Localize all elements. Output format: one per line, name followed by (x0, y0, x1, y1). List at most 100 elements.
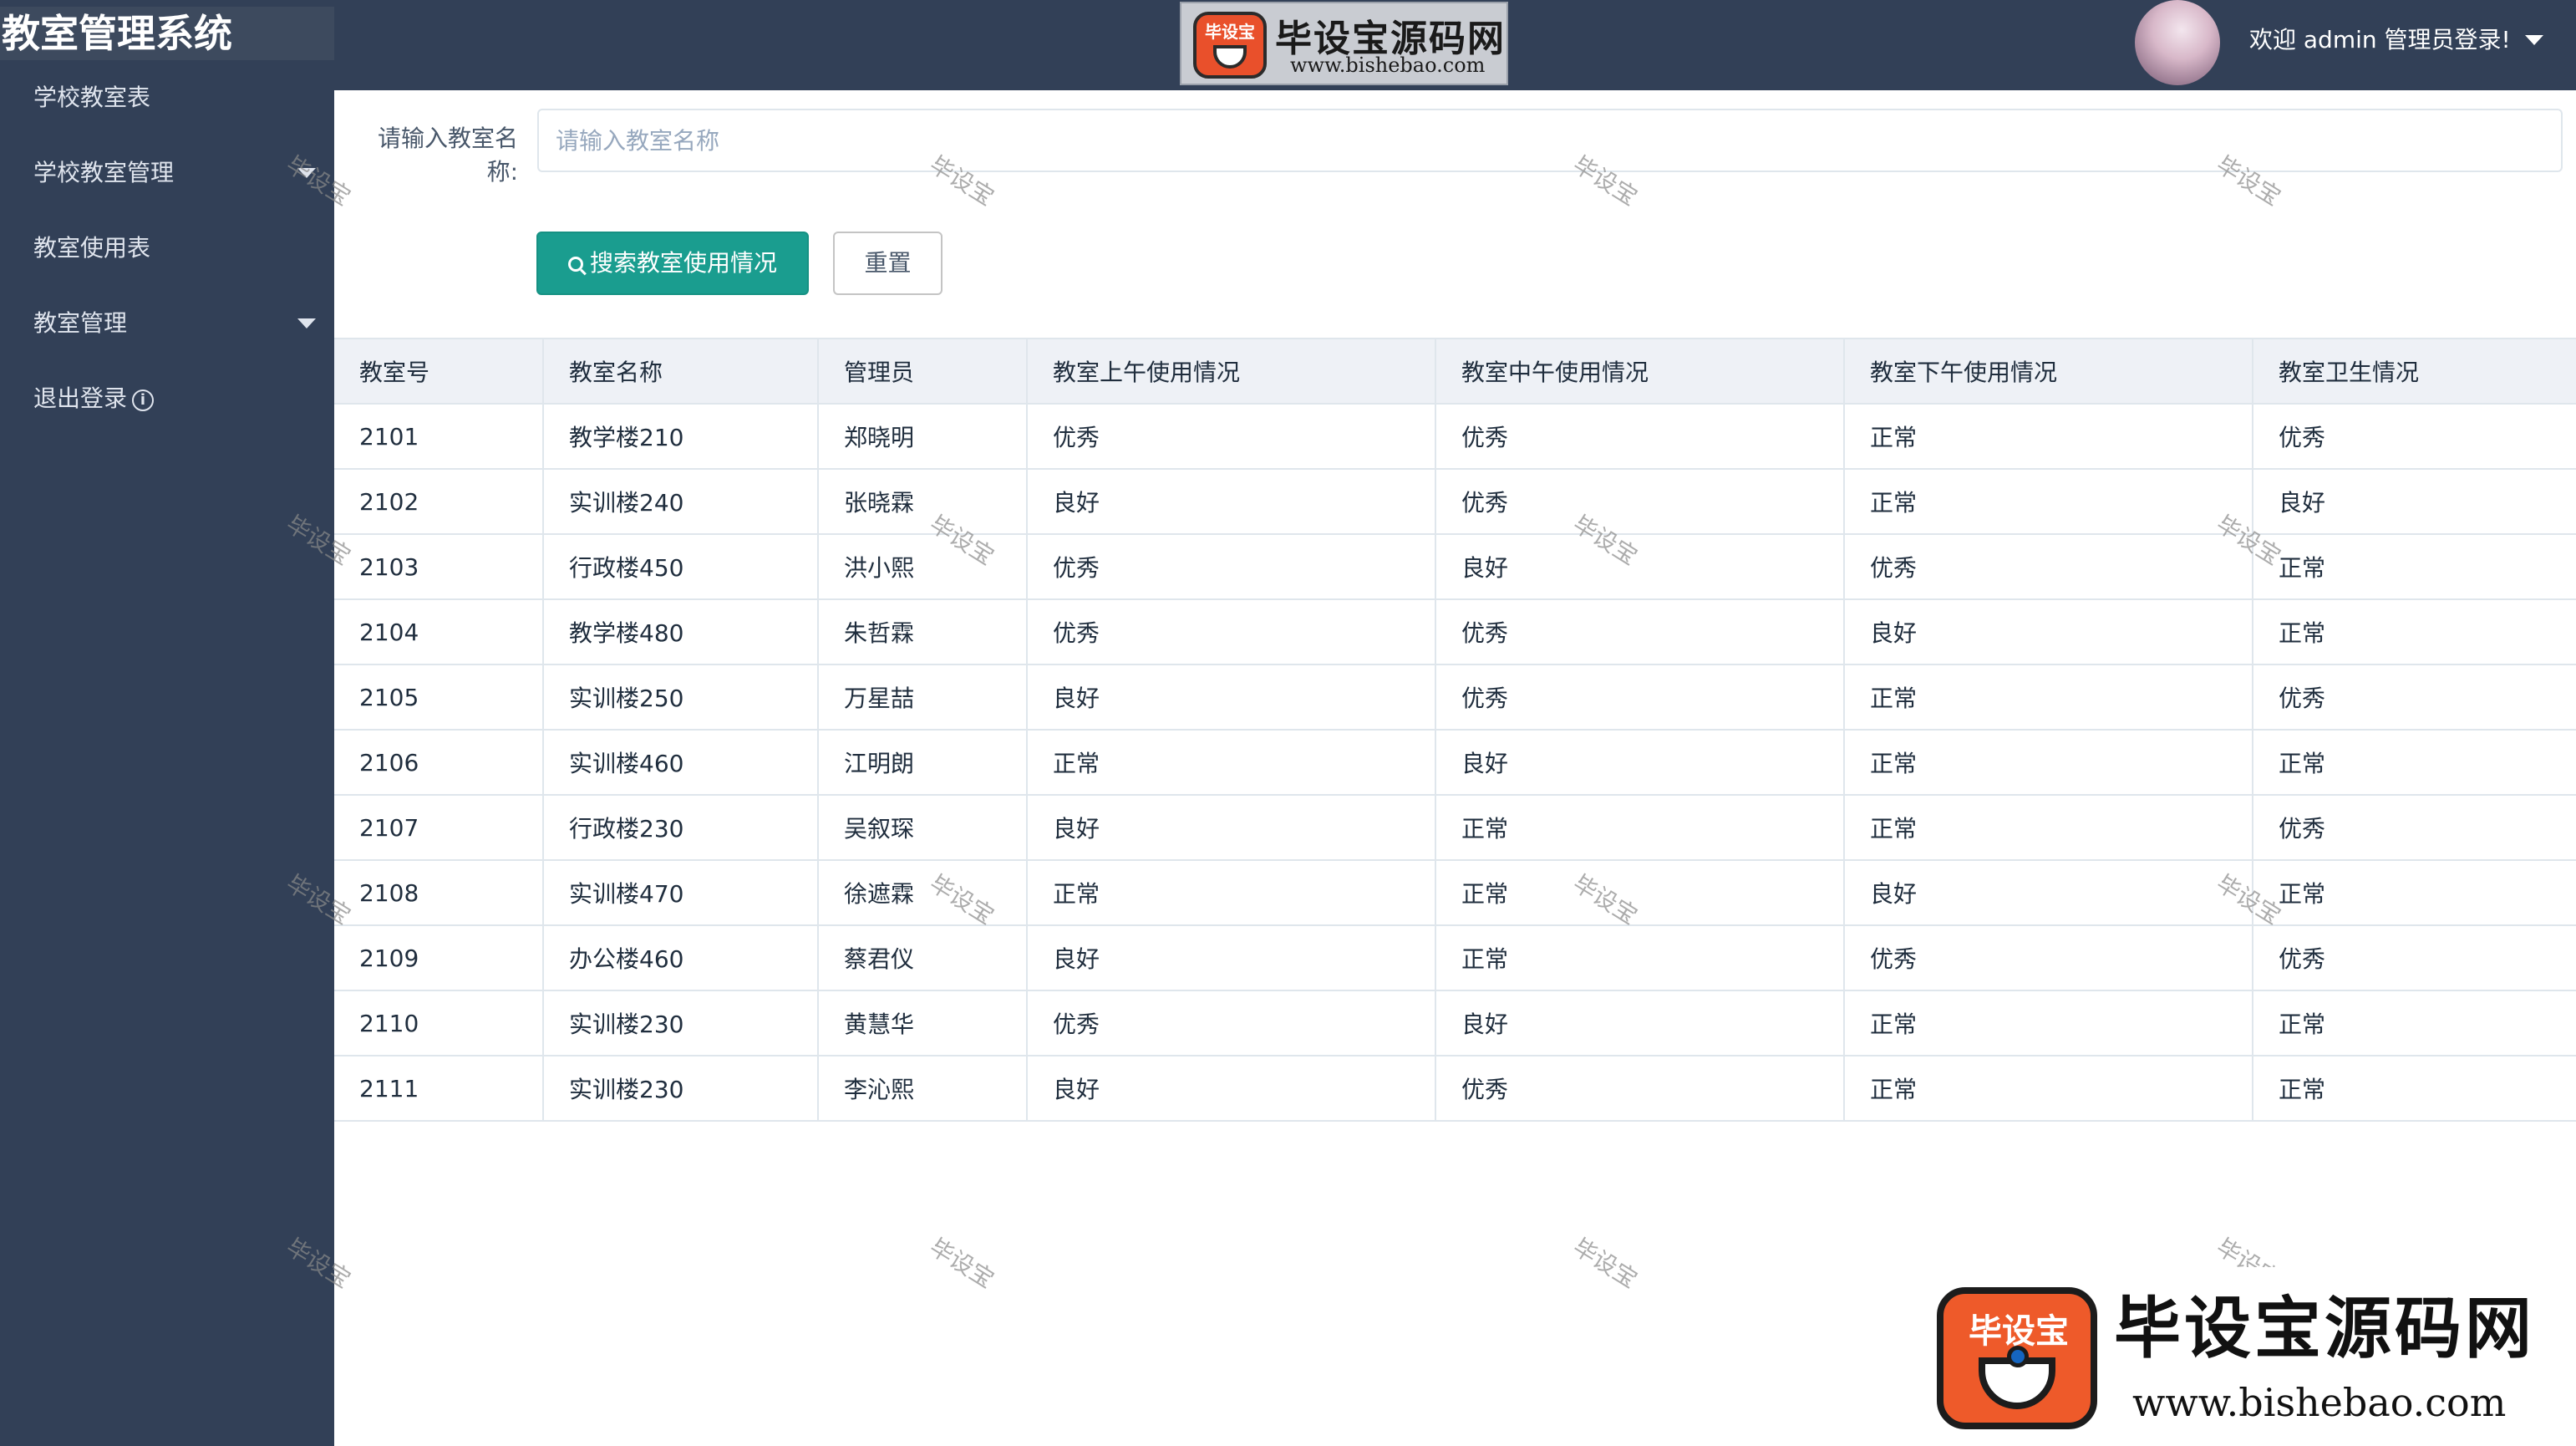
chevron-down-icon (297, 318, 316, 328)
classroom-usage-table: 教室号 教室名称 管理员 教室上午使用情况 教室中午使用情况 教室下午使用情况 教室卫生情况… (334, 338, 2576, 1122)
welcome-text[interactable]: 欢迎 admin 管理员登录! (2249, 23, 2511, 57)
table-cell: 洪小熙 (818, 534, 1028, 600)
table-cell: 良好 (1844, 860, 2253, 926)
sidebar-item-label: 退出登录 (33, 384, 128, 412)
table-cell: 正常 (1844, 795, 2253, 861)
column-header: 教室下午使用情况 (1844, 338, 2253, 405)
table-cell: 良好 (2253, 469, 2576, 535)
table-cell: 实训楼230 (543, 990, 819, 1056)
table-header-row: 教室号 教室名称 管理员 教室上午使用情况 教室中午使用情况 教室下午使用情况 教室卫生情况 (334, 338, 2576, 405)
table-cell: 实训楼470 (543, 860, 819, 926)
table-row[interactable]: 2103 行政楼450 洪小熙 优秀 良好 优秀 正常 (334, 534, 2576, 600)
table-cell: 良好 (1844, 599, 2253, 665)
info-icon: i (132, 390, 155, 411)
table-cell: 黄慧华 (818, 990, 1028, 1056)
table-cell: 行政楼450 (543, 534, 819, 600)
table-cell: 优秀 (2253, 664, 2576, 731)
table-row[interactable]: 2105 实训楼250 万星喆 良好 优秀 正常 优秀 (334, 664, 2576, 731)
table-cell: 2109 (334, 925, 544, 991)
table-cell: 优秀 (1435, 664, 1845, 731)
logo-url: www.bishebao.com (1290, 53, 1486, 77)
table-cell: 2106 (334, 730, 544, 796)
table-cell: 优秀 (1844, 534, 2253, 600)
table-cell: 正常 (1027, 860, 1436, 926)
sidebar-item-school-classroom-list[interactable]: 学校教室表 (0, 60, 334, 135)
table-cell: 行政楼230 (543, 795, 819, 861)
table-row[interactable]: 2110 实训楼230 黄慧华 优秀 良好 正常 正常 (334, 990, 2576, 1056)
table-cell: 正常 (1435, 860, 1845, 926)
sidebar-item-school-classroom-manage[interactable]: 学校教室管理 (0, 135, 334, 211)
sidebar-item-classroom-manage[interactable]: 教室管理 (0, 286, 334, 361)
table-cell: 优秀 (1027, 404, 1436, 470)
table-cell: 江明朗 (818, 730, 1028, 796)
table-cell: 优秀 (1435, 469, 1845, 535)
table-cell: 朱哲霖 (818, 599, 1028, 665)
table-cell: 教学楼210 (543, 404, 819, 470)
table-row[interactable]: 2102 实训楼240 张晓霖 良好 优秀 正常 良好 (334, 469, 2576, 535)
table-cell: 良好 (1027, 795, 1436, 861)
chevron-down-icon (297, 168, 316, 178)
user-menu-chevron-down-icon[interactable] (2525, 35, 2543, 45)
table-cell: 优秀 (1844, 925, 2253, 991)
table-cell: 郑晓明 (818, 404, 1028, 470)
table-cell: 李沁熙 (818, 1056, 1028, 1122)
table-cell: 2111 (334, 1056, 544, 1122)
table-cell: 2102 (334, 469, 544, 535)
table-cell: 优秀 (1027, 534, 1436, 600)
search-button[interactable]: 搜索教室使用情况 (536, 232, 809, 295)
reset-button[interactable]: 重置 (833, 232, 943, 295)
table-cell: 正常 (1844, 1056, 2253, 1122)
table-cell: 2110 (334, 990, 544, 1056)
table-row[interactable]: 2108 实训楼470 徐遮霖 正常 正常 良好 正常 (334, 860, 2576, 926)
sidebar-item-logout[interactable]: 退出登录 i (0, 361, 334, 436)
column-header: 教室卫生情况 (2253, 338, 2576, 405)
table-cell: 良好 (1027, 925, 1436, 991)
table-row[interactable]: 2104 教学楼480 朱哲霖 优秀 优秀 良好 正常 (334, 599, 2576, 665)
column-header: 管理员 (818, 338, 1028, 405)
column-header: 教室上午使用情况 (1027, 338, 1436, 405)
table-cell: 实训楼250 (543, 664, 819, 731)
table-cell: 正常 (2253, 1056, 2576, 1122)
table-cell: 2103 (334, 534, 544, 600)
table-cell: 2105 (334, 664, 544, 731)
table-cell: 实训楼240 (543, 469, 819, 535)
page-title: 教室管理系统 (0, 7, 334, 60)
table-cell: 正常 (1027, 730, 1436, 796)
table-cell: 正常 (2253, 990, 2576, 1056)
table-cell: 优秀 (1027, 599, 1436, 665)
sidebar: 学校教室表 学校教室管理 教室使用表 教室管理 退出登录 i (0, 60, 334, 1446)
column-header: 教室号 (334, 338, 544, 405)
table-row[interactable]: 2101 教学楼210 郑晓明 优秀 优秀 正常 优秀 (334, 404, 2576, 470)
table-cell: 办公楼460 (543, 925, 819, 991)
table-cell: 优秀 (1435, 404, 1845, 470)
table-cell: 正常 (1844, 404, 2253, 470)
table-cell: 蔡君仪 (818, 925, 1028, 991)
table-cell: 优秀 (2253, 925, 2576, 991)
site-logo: 毕设宝 毕设宝源码网 www.bishebao.com (1180, 2, 1508, 85)
search-input[interactable] (537, 109, 2563, 172)
table-cell: 吴叙琛 (818, 795, 1028, 861)
table-cell: 正常 (2253, 534, 2576, 600)
table-cell: 正常 (2253, 860, 2576, 926)
table-row[interactable]: 2109 办公楼460 蔡君仪 良好 正常 优秀 优秀 (334, 925, 2576, 991)
sidebar-item-label: 学校教室表 (33, 84, 151, 111)
table-row[interactable]: 2111 实训楼230 李沁熙 良好 优秀 正常 正常 (334, 1056, 2576, 1122)
table-cell: 优秀 (1027, 990, 1436, 1056)
table-cell: 正常 (2253, 599, 2576, 665)
column-header: 教室中午使用情况 (1435, 338, 1845, 405)
table-cell: 良好 (1435, 730, 1845, 796)
brand-url: www.bishebao.com (2132, 1380, 2507, 1425)
sidebar-item-classroom-usage[interactable]: 教室使用表 (0, 211, 334, 286)
table-cell: 正常 (1844, 990, 2253, 1056)
table-cell: 教学楼480 (543, 599, 819, 665)
table-cell: 优秀 (2253, 795, 2576, 861)
table-row[interactable]: 2106 实训楼460 江明朗 正常 良好 正常 正常 (334, 730, 2576, 796)
avatar[interactable] (2135, 0, 2220, 85)
table-row[interactable]: 2107 行政楼230 吴叙琛 良好 正常 正常 优秀 (334, 795, 2576, 861)
table-cell: 正常 (2253, 730, 2576, 796)
brand-name: 毕设宝源码网 (2114, 1290, 2535, 1367)
table-cell: 2107 (334, 795, 544, 861)
top-header: 毕设宝 毕设宝源码网 www.bishebao.com 欢迎 admin 管理员… (0, 0, 2576, 90)
table-cell: 正常 (1844, 664, 2253, 731)
table-cell: 良好 (1435, 990, 1845, 1056)
